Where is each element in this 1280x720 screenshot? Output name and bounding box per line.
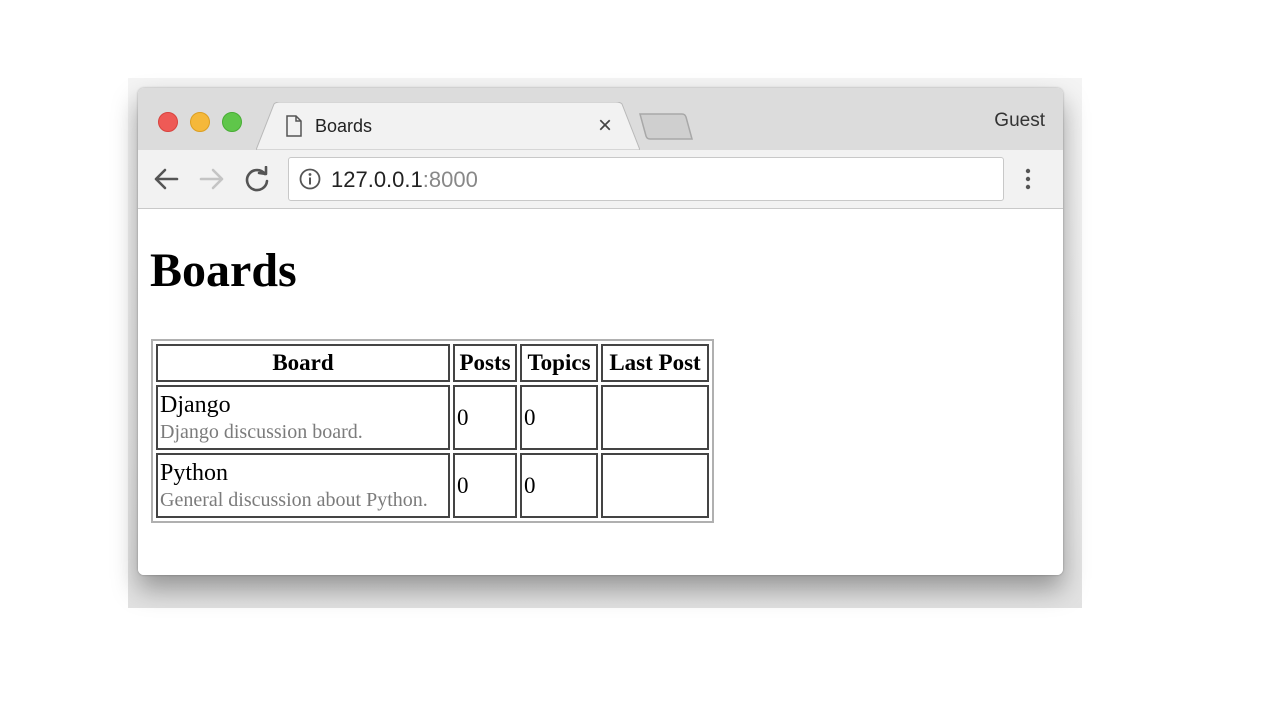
column-header-topics: Topics	[520, 344, 598, 382]
browser-window: Boards × Guest 127.0.0.1:8000 Boards Boa…	[138, 88, 1063, 575]
profile-label[interactable]: Guest	[994, 110, 1045, 132]
board-name: Django	[160, 391, 231, 418]
more-options-icon[interactable]	[1024, 167, 1032, 191]
posts-count: 0	[453, 385, 517, 450]
page-viewport: Boards Board Posts Topics Last Post Djan…	[138, 209, 1063, 575]
posts-count: 0	[453, 453, 517, 518]
topics-count: 0	[520, 453, 598, 518]
board-cell: Django Django discussion board.	[156, 385, 450, 450]
table-row: Django Django discussion board. 0 0	[156, 385, 709, 450]
url-port: :8000	[422, 167, 478, 192]
tab-close-icon[interactable]: ×	[598, 112, 612, 140]
back-arrow-icon[interactable]	[152, 166, 180, 192]
close-window-button[interactable]	[158, 112, 178, 132]
board-description: Django discussion board.	[160, 420, 363, 443]
table-header-row: Board Posts Topics Last Post	[156, 344, 709, 382]
url-text[interactable]: 127.0.0.1:8000	[331, 167, 478, 193]
column-header-posts: Posts	[453, 344, 517, 382]
column-header-board: Board	[156, 344, 450, 382]
last-post-cell	[601, 385, 709, 450]
board-cell: Python General discussion about Python.	[156, 453, 450, 518]
table-row: Python General discussion about Python. …	[156, 453, 709, 518]
reload-icon[interactable]	[243, 166, 271, 192]
board-name: Python	[160, 459, 229, 486]
address-bar[interactable]: 127.0.0.1:8000	[288, 157, 1004, 201]
column-header-last-post: Last Post	[601, 344, 709, 382]
boards-table: Board Posts Topics Last Post Django Djan…	[151, 339, 714, 523]
new-tab-button[interactable]	[638, 112, 694, 142]
info-icon[interactable]	[299, 168, 321, 190]
tab-boards[interactable]: Boards ×	[256, 102, 640, 150]
title-bar: Boards × Guest	[138, 88, 1063, 150]
board-description: General discussion about Python.	[160, 488, 428, 511]
minimize-window-button[interactable]	[190, 112, 210, 132]
document-icon	[286, 115, 302, 137]
topics-count: 0	[520, 385, 598, 450]
tab-title: Boards	[315, 116, 373, 136]
url-host: 127.0.0.1	[331, 167, 423, 192]
page-title: Boards	[150, 244, 297, 297]
forward-arrow-icon[interactable]	[198, 166, 226, 192]
last-post-cell	[601, 453, 709, 518]
maximize-window-button[interactable]	[222, 112, 242, 132]
browser-toolbar: 127.0.0.1:8000	[138, 150, 1063, 209]
tab-shape	[256, 102, 640, 150]
